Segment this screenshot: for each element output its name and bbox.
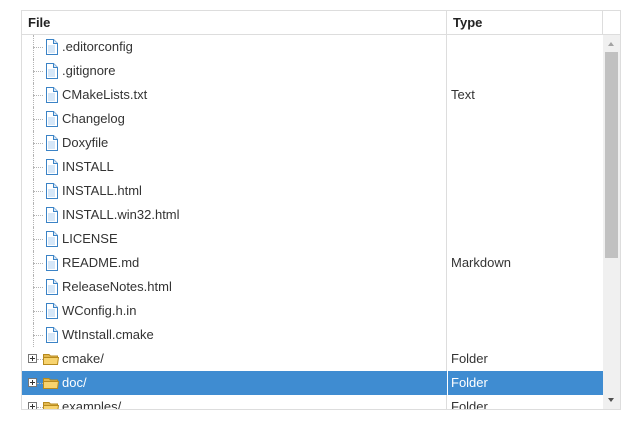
tree-row-file[interactable]: INSTALL.win32.html — [22, 203, 603, 227]
document-icon — [45, 159, 59, 175]
tree-row-file[interactable]: INSTALL — [22, 155, 603, 179]
document-icon — [45, 255, 59, 271]
tree-row-file[interactable]: Doxyfile — [22, 131, 603, 155]
tree-row-file[interactable]: README.md Markdown — [22, 251, 603, 275]
tree-connector-line — [33, 215, 43, 216]
document-icon — [45, 63, 59, 79]
tree-row-name: README.md — [62, 255, 140, 270]
tree-row-file[interactable]: Changelog — [22, 107, 603, 131]
tree-connector-line — [33, 95, 43, 96]
document-icon — [45, 207, 59, 223]
tree-row-type — [447, 203, 600, 227]
tree-row-type: Folder — [451, 399, 488, 409]
tree-row-name: INSTALL.html — [62, 183, 142, 198]
tree-row-type — [447, 179, 600, 203]
tree-connector-line — [33, 71, 43, 72]
document-icon — [45, 303, 59, 319]
expand-plus-icon[interactable] — [28, 402, 37, 409]
folder-icon — [43, 352, 60, 368]
file-tree-view[interactable]: File Type .editorconfig .gitignore CMakeLi… — [21, 10, 621, 410]
tree-row-folder[interactable]: examples/Folder — [22, 395, 603, 409]
tree-row-type: Folder — [451, 351, 488, 366]
tree-row-name: CMakeLists.txt — [62, 87, 148, 102]
tree-row-name: cmake/ — [62, 351, 104, 366]
tree-row-type — [447, 107, 600, 131]
tree-connector-line — [33, 119, 43, 120]
tree-row-name: INSTALL.win32.html — [62, 207, 180, 222]
folder-icon — [43, 376, 60, 392]
document-icon — [45, 327, 59, 343]
tree-row-name: WConfig.h.in — [62, 303, 137, 318]
tree-row-file[interactable]: LICENSE — [22, 227, 603, 251]
tree-row-file[interactable]: INSTALL.html — [22, 179, 603, 203]
document-icon — [45, 183, 59, 199]
tree-row-file[interactable]: .editorconfig — [22, 35, 603, 59]
tree-row-file[interactable]: ReleaseNotes.html — [22, 275, 603, 299]
document-icon — [45, 279, 59, 295]
tree-row-name: LICENSE — [62, 231, 118, 246]
tree-row-type — [447, 227, 600, 251]
tree-row-folder[interactable]: cmake/Folder — [22, 347, 603, 371]
tree-row-type: Text — [451, 87, 475, 102]
scroll-up-arrow-icon[interactable] — [603, 35, 620, 52]
tree-row-name: .gitignore — [62, 63, 116, 78]
tree-row-type: Markdown — [451, 255, 511, 270]
tree-connector-line — [33, 143, 43, 144]
tree-row-type — [447, 299, 600, 323]
document-icon — [45, 111, 59, 127]
tree-row-folder[interactable]: doc/Folder — [22, 371, 603, 395]
tree-row-name: ReleaseNotes.html — [62, 279, 172, 294]
scrollbar-thumb[interactable] — [605, 52, 618, 258]
tree-row-file[interactable]: WConfig.h.in — [22, 299, 603, 323]
tree-row-type: Folder — [447, 371, 600, 395]
tree-row-type — [447, 323, 600, 347]
tree-row-name: examples/ — [62, 399, 122, 409]
tree-row-type — [447, 35, 600, 59]
tree-row-file[interactable]: CMakeLists.txt Text — [22, 83, 603, 107]
document-icon — [45, 231, 59, 247]
tree-connector-line — [33, 167, 43, 168]
document-icon — [45, 135, 59, 151]
vertical-scrollbar[interactable] — [603, 35, 620, 409]
expand-plus-icon[interactable] — [28, 354, 37, 363]
scroll-down-arrow-icon[interactable] — [603, 392, 620, 409]
tree-connector-line — [33, 335, 43, 336]
document-icon — [45, 87, 59, 103]
tree-body: .editorconfig .gitignore CMakeLists.txt Tex… — [22, 35, 603, 409]
tree-row-type — [447, 275, 600, 299]
tree-connector-line — [33, 191, 43, 192]
tree-row-type — [447, 155, 600, 179]
tree-row-name: INSTALL — [62, 159, 114, 174]
tree-connector-line — [33, 311, 43, 312]
tree-connector-line — [33, 263, 43, 264]
tree-connector-line — [33, 287, 43, 288]
tree-row-file[interactable]: .gitignore — [22, 59, 603, 83]
tree-row-name: WtInstall.cmake — [62, 327, 154, 342]
column-header-file[interactable]: File — [22, 11, 447, 34]
tree-row-name: Doxyfile — [62, 135, 109, 150]
tree-row-name: doc/ — [62, 375, 87, 390]
tree-row-file[interactable]: WtInstall.cmake — [22, 323, 603, 347]
tree-row-name: .editorconfig — [62, 39, 133, 54]
tree-row-name: Changelog — [62, 111, 125, 126]
tree-row-type — [447, 59, 600, 83]
column-header-type[interactable]: Type — [447, 11, 603, 34]
document-icon — [45, 39, 59, 55]
tree-rows: .editorconfig .gitignore CMakeLists.txt Tex… — [22, 35, 603, 409]
tree-connector-line — [33, 239, 43, 240]
tree-connector-line — [33, 47, 43, 48]
tree-row-type — [447, 131, 600, 155]
folder-icon — [43, 400, 60, 409]
expand-plus-icon[interactable] — [28, 378, 37, 387]
column-header: File Type — [22, 11, 620, 35]
